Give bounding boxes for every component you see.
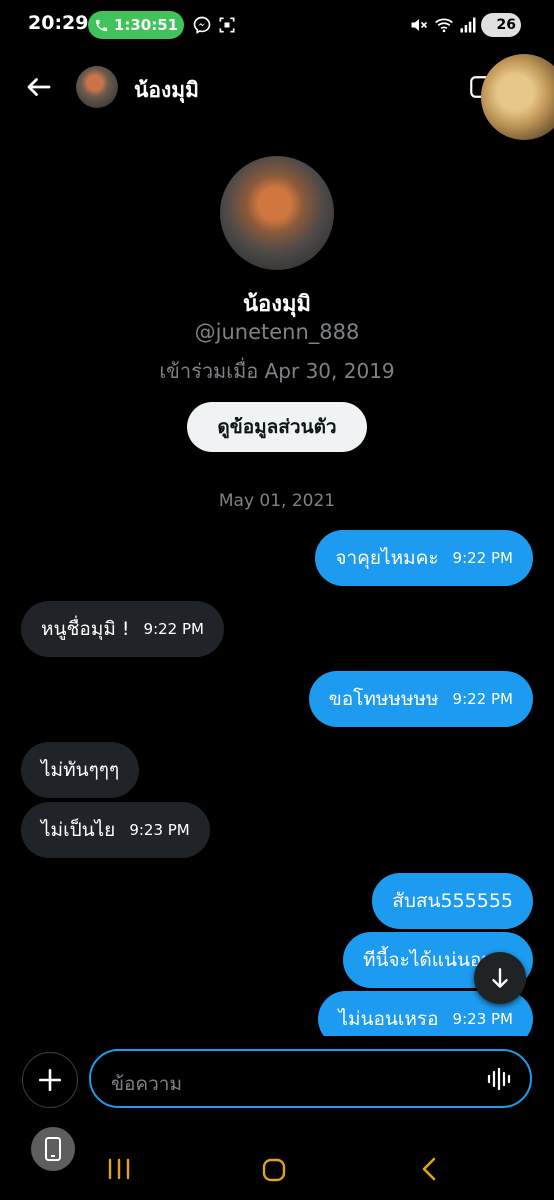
phone-device-icon: [45, 1137, 61, 1161]
profile-joined-date: เข้าร่วมเมื่อ Apr 30, 2019: [159, 359, 395, 383]
video-call-pip[interactable]: [481, 54, 554, 140]
message-text: ไม่นอนเหรอ: [338, 1008, 439, 1030]
conversation-title[interactable]: น้องมุมิ: [134, 74, 199, 107]
message-text: ไม่ทันๆๆๆ: [41, 759, 120, 781]
message-text: จาคุยไหมคะ: [335, 547, 439, 569]
arrow-down-icon: [492, 968, 508, 988]
screenshot-icon: [219, 17, 235, 33]
message-bubble-incoming[interactable]: ไม่เป็นไย 9:23 PM: [21, 802, 210, 858]
message-input-placeholder: ข้อความ: [111, 1073, 182, 1095]
voice-message-icon[interactable]: [486, 1066, 514, 1092]
home-icon[interactable]: [262, 1158, 286, 1182]
message-time: 9:23 PM: [129, 821, 190, 839]
message-time: 9:22 PM: [143, 620, 204, 638]
profile-handle: @junetenn_888: [194, 320, 360, 344]
message-time: 9:23 PM: [452, 1010, 513, 1028]
header-avatar[interactable]: [76, 66, 118, 108]
profile-avatar[interactable]: [220, 156, 334, 270]
message-text: หนูชื่อมุมิ !: [41, 618, 130, 640]
message-bubble-outgoing[interactable]: จาคุยไหมคะ 9:22 PM: [315, 530, 533, 586]
signal-icon: [460, 17, 476, 33]
status-time: 20:29: [28, 12, 89, 34]
floating-device-button[interactable]: [31, 1127, 75, 1171]
message-bubble-incoming[interactable]: หนูชื่อมุมิ ! 9:22 PM: [21, 601, 224, 657]
message-text: ไม่เป็นไย: [41, 819, 116, 841]
nav-back-icon[interactable]: [419, 1156, 439, 1182]
message-bubble-outgoing[interactable]: ขอโทษษษษษ 9:22 PM: [308, 671, 533, 727]
message-text: สับสน555555: [392, 890, 513, 912]
scroll-to-bottom-button[interactable]: [474, 952, 526, 1004]
messenger-icon: [193, 16, 211, 34]
wifi-icon: [435, 18, 453, 33]
phone-icon: [95, 19, 108, 31]
plus-icon: [38, 1068, 62, 1092]
battery-icon: 26: [481, 13, 521, 37]
message-time: 9:22 PM: [452, 690, 513, 708]
back-arrow-icon[interactable]: [24, 72, 54, 102]
message-text: ขอโทษษษษษ: [328, 688, 439, 710]
add-attachment-button[interactable]: [22, 1052, 78, 1108]
recent-apps-icon[interactable]: [106, 1158, 132, 1180]
message-bubble-outgoing[interactable]: สับสน555555: [372, 873, 533, 929]
message-bubble-incoming[interactable]: ไม่ทันๆๆๆ: [21, 742, 140, 798]
message-time: 9:22 PM: [452, 549, 513, 567]
call-timer: 1:30:51: [113, 16, 179, 34]
ongoing-call-pill[interactable]: 1:30:51: [88, 11, 184, 39]
mute-icon: [411, 19, 428, 31]
battery-level: 26: [496, 17, 516, 33]
date-separator: May 01, 2021: [218, 491, 336, 511]
view-profile-button[interactable]: ดูข้อมูลส่วนตัว: [187, 402, 367, 452]
profile-name: น้องมุมิ: [243, 292, 311, 317]
